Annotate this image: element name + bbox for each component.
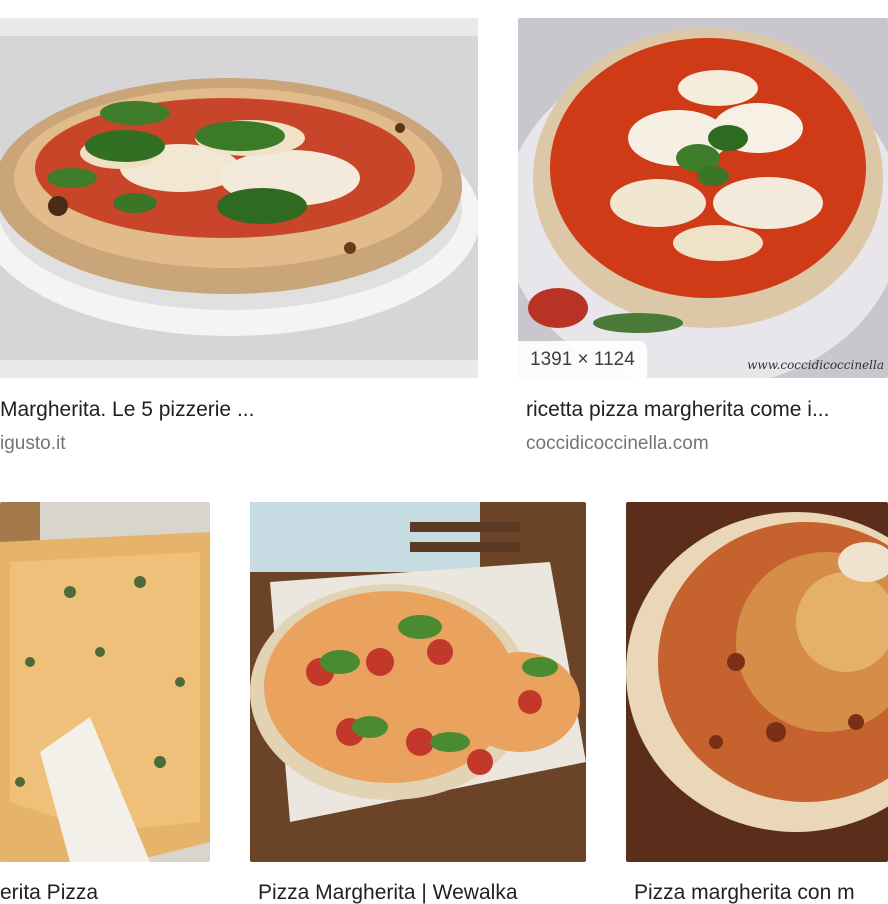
result-title[interactable]: erita Pizza: [0, 880, 210, 904]
pizza-slices-image[interactable]: [0, 502, 210, 862]
result-title[interactable]: Pizza Margherita | Wewalka: [258, 880, 586, 904]
image-watermark: www.coccidicoccinella: [747, 358, 884, 372]
image-result-card[interactable]: Pizza Margherita | Wewalka: [250, 502, 586, 904]
result-title[interactable]: Pizza margherita con m: [634, 880, 888, 904]
image-result-card[interactable]: Margherita. Le 5 pizzerie ... igusto.it: [0, 0, 478, 470]
image-result-card[interactable]: erita Pizza: [0, 502, 210, 904]
image-results-grid: Margherita. Le 5 pizzerie ... igusto.it: [0, 0, 888, 904]
result-source[interactable]: igusto.it: [0, 432, 470, 456]
result-title[interactable]: Margherita. Le 5 pizzerie ...: [0, 397, 470, 423]
pizza-margherita-image[interactable]: 1391 × 1124 www.coccidicoccinella: [518, 18, 888, 378]
pizza-closeup-image[interactable]: [626, 502, 888, 862]
pizza-margherita-image[interactable]: [0, 18, 478, 378]
pizza-salami-image[interactable]: [250, 502, 586, 862]
image-dimensions-badge: 1391 × 1124: [518, 341, 647, 378]
image-result-card[interactable]: 1391 × 1124 www.coccidicoccinella ricett…: [518, 0, 888, 470]
result-source[interactable]: coccidicoccinella.com: [526, 432, 886, 456]
image-result-card[interactable]: Pizza margherita con m: [626, 502, 888, 904]
result-title[interactable]: ricetta pizza margherita come i...: [526, 397, 886, 423]
